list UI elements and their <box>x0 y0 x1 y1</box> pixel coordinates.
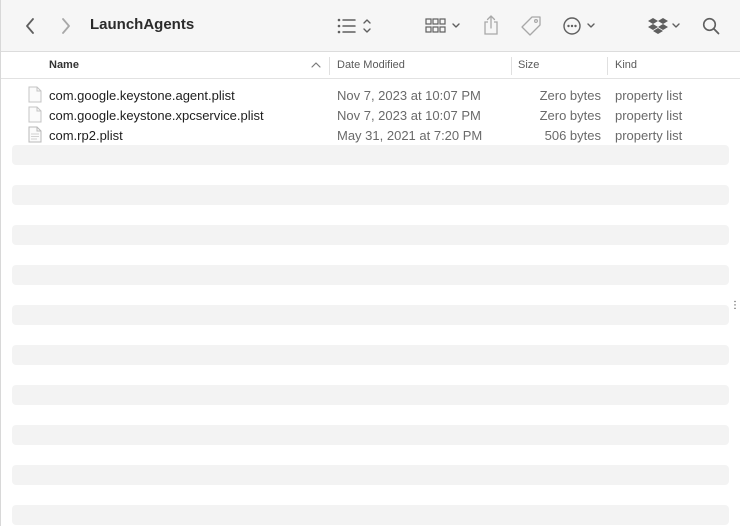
column-size-header[interactable]: Size <box>518 59 539 71</box>
empty-row <box>12 185 729 205</box>
empty-row <box>12 225 729 245</box>
empty-row <box>12 145 729 165</box>
empty-row <box>12 505 729 525</box>
empty-row <box>12 345 729 365</box>
empty-row <box>12 385 729 405</box>
column-separator[interactable] <box>329 57 330 75</box>
text-document-icon <box>28 126 42 143</box>
column-separator[interactable] <box>511 57 512 75</box>
group-button[interactable] <box>425 15 463 37</box>
forward-button[interactable] <box>55 14 77 38</box>
list-view-icon <box>337 18 371 34</box>
back-icon <box>26 18 34 34</box>
file-size: Zero bytes <box>539 88 601 103</box>
file-name: com.google.keystone.agent.plist <box>49 88 235 103</box>
search-button[interactable] <box>700 15 722 37</box>
empty-row <box>12 305 729 325</box>
finder-window: LaunchAgents Name Date Modified Size Kin… <box>0 0 740 526</box>
empty-row <box>12 425 729 445</box>
empty-row <box>12 265 729 285</box>
tag-icon <box>521 16 541 36</box>
file-row[interactable]: com.google.keystone.xpcservice.plist Nov… <box>12 105 729 125</box>
toolbar: LaunchAgents <box>1 0 740 52</box>
empty-row <box>12 465 729 485</box>
file-kind: property list <box>615 88 683 103</box>
resize-handle-icon[interactable]: ⋮ <box>730 300 740 311</box>
window-title: LaunchAgents <box>90 16 195 33</box>
tag-button[interactable] <box>519 14 543 38</box>
share-icon <box>484 15 498 35</box>
search-icon <box>702 17 720 35</box>
share-button[interactable] <box>481 13 501 37</box>
file-size: Zero bytes <box>539 108 601 123</box>
file-date: Nov 7, 2023 at 10:07 PM <box>337 88 481 103</box>
file-kind: property list <box>615 128 683 143</box>
document-icon <box>28 86 42 103</box>
file-size: 506 bytes <box>544 128 601 143</box>
view-mode-button[interactable] <box>335 15 375 37</box>
column-kind-header[interactable]: Kind <box>615 59 637 71</box>
more-icon <box>563 17 595 35</box>
file-date: Nov 7, 2023 at 10:07 PM <box>337 108 481 123</box>
dropbox-button[interactable] <box>648 15 684 37</box>
file-kind: property list <box>615 108 683 123</box>
file-name: com.google.keystone.xpcservice.plist <box>49 108 264 123</box>
file-date: May 31, 2021 at 7:20 PM <box>337 128 483 143</box>
forward-icon <box>62 18 70 34</box>
column-date-header[interactable]: Date Modified <box>337 59 405 71</box>
back-button[interactable] <box>19 14 41 38</box>
more-actions-button[interactable] <box>562 15 600 37</box>
column-separator[interactable] <box>607 57 608 75</box>
column-name-header[interactable]: Name <box>49 59 79 71</box>
group-icon <box>425 18 460 33</box>
document-icon <box>28 106 42 123</box>
file-row[interactable]: com.rp2.plist May 31, 2021 at 7:20 PM 50… <box>12 125 729 145</box>
file-name: com.rp2.plist <box>49 128 123 143</box>
dropbox-icon <box>648 18 680 34</box>
sort-ascending-icon <box>311 62 321 68</box>
file-row[interactable]: com.google.keystone.agent.plist Nov 7, 2… <box>12 85 729 105</box>
column-header: Name Date Modified Size Kind <box>1 53 740 79</box>
